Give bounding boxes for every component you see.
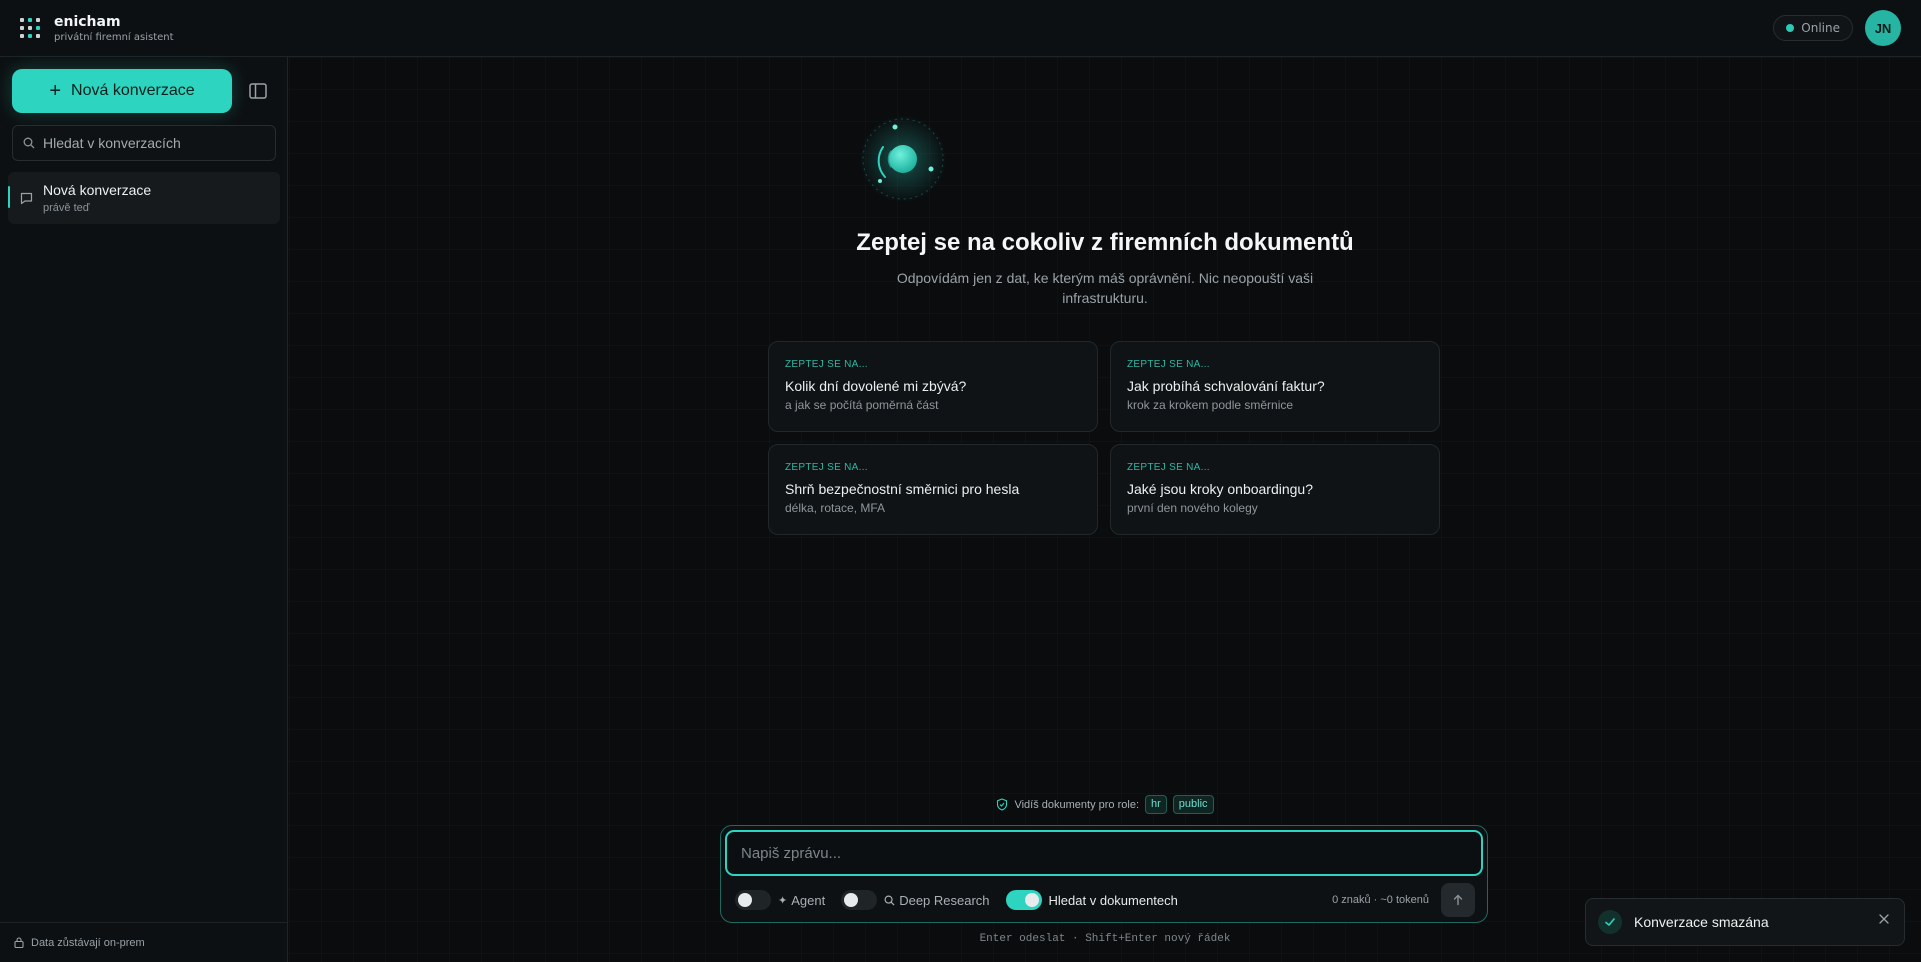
lock-icon bbox=[14, 937, 24, 948]
roles-indicator: Vidíš dokumenty pro role: hr public bbox=[289, 795, 1921, 814]
sparkle-icon: ✦ bbox=[778, 894, 788, 907]
top-bar: enicham privátní firemní asistent Online… bbox=[0, 0, 1921, 57]
suggestion-subtitle: krok za krokem podle směrnice bbox=[1127, 398, 1294, 412]
sidebar-footer: Data zůstávají on-prem bbox=[0, 922, 288, 962]
search-icon bbox=[884, 895, 895, 906]
arrow-up-icon bbox=[1453, 894, 1463, 906]
shield-icon bbox=[997, 798, 1008, 811]
suggestion-card[interactable]: ZEPTEJ SE NA... Shrň bezpečnostní směrni… bbox=[768, 444, 1098, 535]
suggestion-title: Shrň bezpečnostní směrnici pro hesla bbox=[785, 481, 1020, 497]
agent-toggle[interactable] bbox=[735, 890, 771, 910]
message-input[interactable] bbox=[725, 830, 1483, 876]
suggestion-kicker: ZEPTEJ SE NA... bbox=[1127, 462, 1210, 473]
suggestion-kicker: ZEPTEJ SE NA... bbox=[1127, 359, 1210, 370]
suggestion-card[interactable]: ZEPTEJ SE NA... Jak probíhá schvalování … bbox=[1110, 341, 1440, 432]
brand: enicham privátní firemní asistent bbox=[54, 13, 174, 44]
toast-message: Konverzace smazána bbox=[1634, 914, 1769, 930]
suggestion-title: Jak probíhá schvalování faktur? bbox=[1127, 378, 1325, 394]
suggestion-card[interactable]: ZEPTEJ SE NA... Jaké jsou kroky onboardi… bbox=[1110, 444, 1440, 535]
char-token-counter: 0 znaků · ~0 tokenů bbox=[1332, 894, 1429, 906]
role-badge: hr bbox=[1145, 795, 1167, 814]
conversation-search[interactable] bbox=[12, 125, 276, 161]
status-badge: Online bbox=[1773, 15, 1853, 41]
app-logo-icon bbox=[20, 18, 40, 38]
roles-label: Vidíš dokumenty pro role: bbox=[1014, 798, 1139, 811]
suggestion-subtitle: první den nového kolegy bbox=[1127, 501, 1258, 515]
chat-bubble-icon bbox=[20, 192, 33, 204]
status-dot-icon bbox=[1786, 24, 1795, 32]
check-icon bbox=[1598, 910, 1622, 934]
sidebar: + Nová konverzace Nová konverzace právě … bbox=[0, 57, 288, 962]
conversation-list-item[interactable]: Nová konverzace právě teď bbox=[8, 172, 280, 224]
plus-icon: + bbox=[49, 80, 62, 102]
suggestion-title: Jaké jsou kroky onboardingu? bbox=[1127, 481, 1314, 497]
sidebar-panel-icon bbox=[249, 83, 267, 99]
toast-notification: Konverzace smazána bbox=[1585, 898, 1905, 946]
role-badge: public bbox=[1172, 795, 1214, 814]
close-icon[interactable] bbox=[1876, 911, 1892, 927]
page-subtitle: Odpovídám jen z dat, ke kterým máš opráv… bbox=[896, 270, 1314, 306]
message-composer: ✦ Agent Deep Research Hledat v dokumente… bbox=[720, 825, 1488, 923]
agent-label: ✦ Agent bbox=[778, 893, 825, 908]
assistant-orb-icon bbox=[859, 115, 947, 203]
page-title: Zeptej se na cokoliv z firemních dokumen… bbox=[856, 229, 1354, 256]
suggestion-kicker: ZEPTEJ SE NA... bbox=[785, 462, 868, 473]
brand-name: enicham bbox=[54, 13, 121, 30]
user-avatar[interactable]: JN bbox=[1865, 10, 1901, 46]
search-icon bbox=[23, 137, 35, 149]
conversation-time: právě teď bbox=[43, 202, 90, 214]
suggestion-subtitle: délka, rotace, MFA bbox=[785, 501, 886, 515]
sidebar-toggle-button[interactable] bbox=[246, 79, 270, 103]
doc-search-label: Hledat v dokumentech bbox=[1048, 892, 1178, 908]
suggestion-kicker: ZEPTEJ SE NA... bbox=[785, 359, 868, 370]
doc-search-toggle[interactable] bbox=[1005, 890, 1042, 910]
status-label: Online bbox=[1801, 21, 1840, 35]
deep-research-toggle[interactable] bbox=[841, 890, 878, 910]
conversation-title: Nová konverzace bbox=[43, 182, 152, 198]
suggestion-subtitle: a jak se počítá poměrná část bbox=[785, 398, 939, 412]
new-conversation-button[interactable]: + Nová konverzace bbox=[12, 69, 232, 113]
deep-research-label: Deep Research bbox=[884, 892, 990, 908]
suggestion-title: Kolik dní dovolené mi zbývá? bbox=[785, 378, 967, 394]
brand-subtitle: privátní firemní asistent bbox=[54, 31, 174, 43]
new-conversation-label: Nová konverzace bbox=[71, 82, 195, 99]
send-button[interactable] bbox=[1441, 883, 1475, 917]
agent-label-text: Agent bbox=[791, 892, 826, 908]
main-area: Zeptej se na cokoliv z firemních dokumen… bbox=[289, 57, 1921, 962]
footer-text: Data zůstávají on-prem bbox=[31, 936, 145, 949]
conversation-search-input[interactable] bbox=[43, 135, 263, 151]
suggestion-card[interactable]: ZEPTEJ SE NA... Kolik dní dovolené mi zb… bbox=[768, 341, 1098, 432]
deep-research-label-text: Deep Research bbox=[899, 892, 990, 908]
